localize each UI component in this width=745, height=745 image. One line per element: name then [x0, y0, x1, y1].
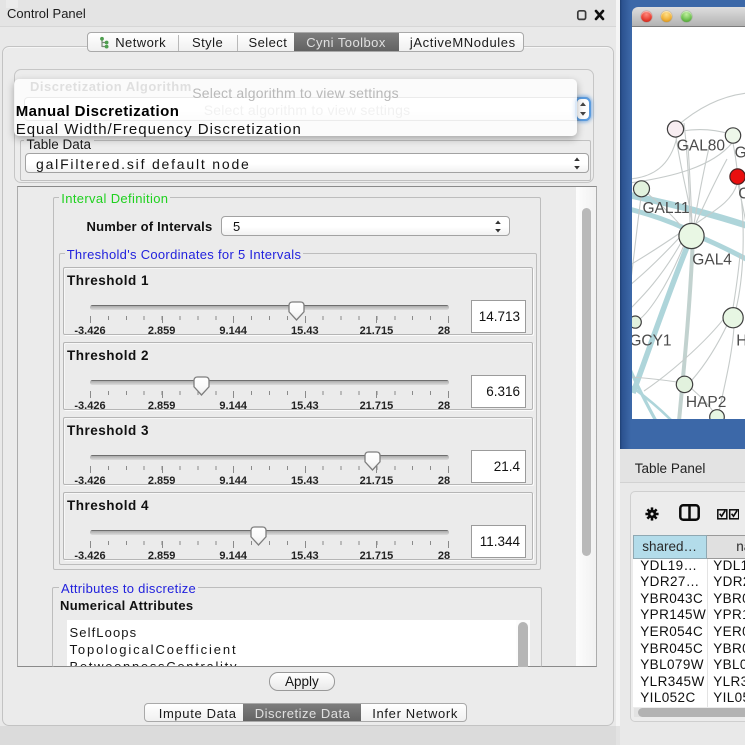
svg-text:GCY1: GCY1 — [632, 333, 672, 350]
svg-text:H: H — [736, 333, 745, 350]
svg-text:GAL80: GAL80 — [676, 138, 725, 155]
svg-text:GA: GA — [734, 144, 745, 161]
svg-text:HAP2: HAP2 — [686, 394, 727, 411]
svg-text:C: C — [738, 186, 745, 203]
svg-text:GAL4: GAL4 — [692, 252, 732, 269]
svg-text:GAL11: GAL11 — [642, 200, 689, 217]
